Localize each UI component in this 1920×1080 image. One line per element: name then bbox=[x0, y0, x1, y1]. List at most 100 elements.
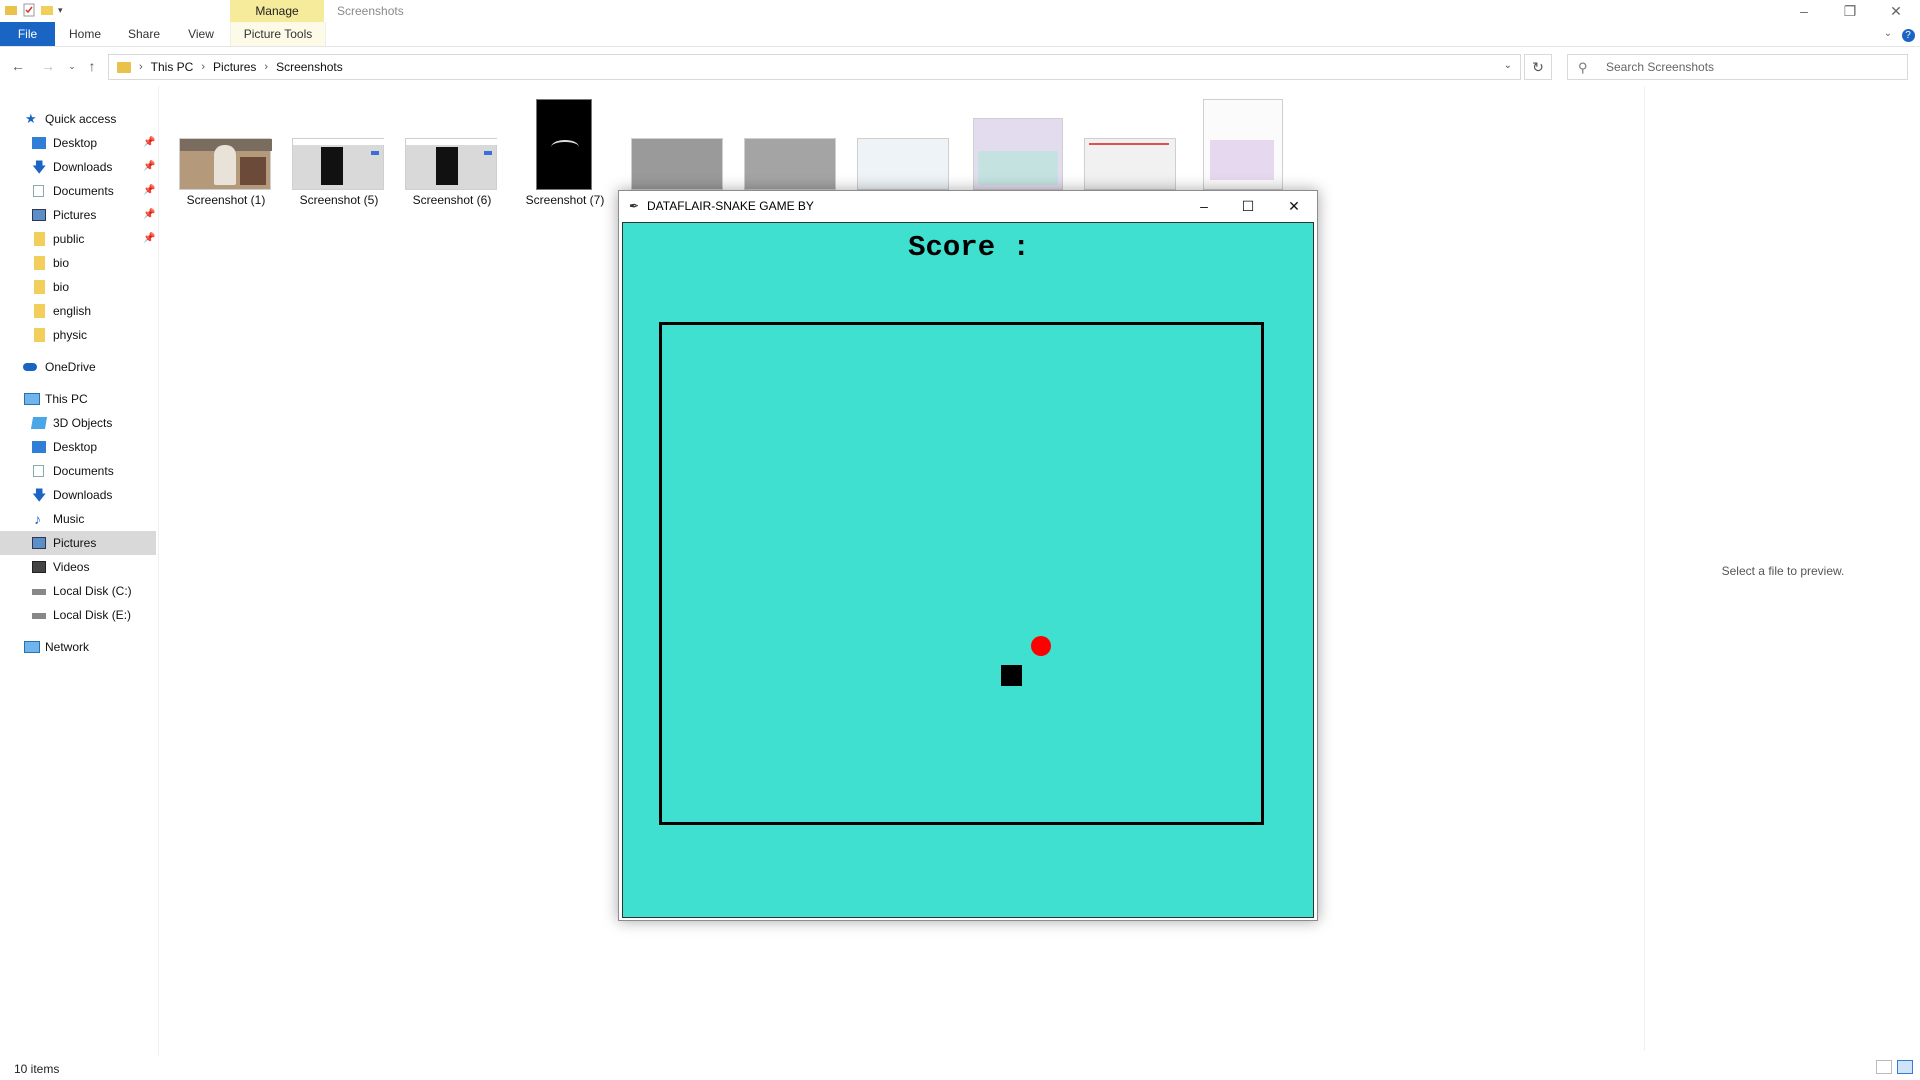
nav-quick-downloads[interactable]: 🡇 Downloads 📌 bbox=[0, 155, 156, 179]
snake-game-window: ✒ DATAFLAIR-SNAKE GAME BY – ☐ ✕ Score : bbox=[618, 190, 1318, 921]
details-view-icon[interactable] bbox=[1876, 1060, 1892, 1074]
nav-quick-bio[interactable]: bio bbox=[0, 275, 156, 299]
search-placeholder: Search Screenshots bbox=[1606, 60, 1715, 74]
nav-pc-downloads[interactable]: 🡇 Downloads bbox=[0, 483, 156, 507]
nav-onedrive[interactable]: OneDrive bbox=[0, 355, 156, 379]
thumbnail bbox=[405, 138, 498, 190]
score-label: Score : bbox=[908, 231, 1030, 264]
tab-view[interactable]: View bbox=[186, 22, 216, 46]
tab-share[interactable]: Share bbox=[126, 22, 162, 46]
forward-arrow-icon[interactable]: → bbox=[40, 58, 56, 74]
help-icon[interactable]: ? bbox=[1900, 22, 1916, 46]
nav-label: bio bbox=[53, 256, 70, 270]
nav-label: Pictures bbox=[53, 536, 97, 550]
refresh-icon[interactable]: ↻ bbox=[1524, 54, 1552, 80]
film-icon bbox=[32, 561, 46, 573]
desktop-icon bbox=[32, 137, 46, 149]
expand-ribbon-icon[interactable]: ⌄ bbox=[1880, 22, 1896, 46]
nav-quick-bio[interactable]: bio bbox=[0, 251, 156, 275]
new-folder-icon[interactable] bbox=[40, 3, 54, 17]
nav-pc-desktop[interactable]: Desktop bbox=[0, 435, 156, 459]
nav-quick-english[interactable]: english bbox=[0, 299, 156, 323]
nav-pc-3d-objects[interactable]: 3D Objects bbox=[0, 411, 156, 435]
pin-icon[interactable]: 📌 bbox=[143, 155, 155, 179]
breadcrumb-this-pc[interactable]: This PC bbox=[151, 60, 194, 74]
nav-pc-documents[interactable]: Documents bbox=[0, 459, 156, 483]
nav-label: Documents bbox=[53, 184, 114, 198]
nav-pc-local-disk-e[interactable]: Local Disk (E:) bbox=[0, 603, 156, 627]
game-canvas[interactable]: Score : bbox=[622, 222, 1314, 918]
pane-divider[interactable] bbox=[158, 86, 159, 1056]
window-title: Screenshots bbox=[337, 4, 404, 18]
download-arrow-icon: 🡇 bbox=[32, 487, 47, 503]
address-row: ← → ⌄ ↑ › This PC › Pictures › Screensho… bbox=[0, 52, 1920, 82]
restore-icon[interactable]: ❐ bbox=[1827, 0, 1873, 22]
nav-label: Quick access bbox=[45, 112, 117, 126]
chevron-right-icon[interactable]: › bbox=[201, 61, 205, 73]
nav-quick-public[interactable]: public 📌 bbox=[0, 227, 156, 251]
pin-icon[interactable]: 📌 bbox=[143, 227, 155, 251]
breadcrumb-pictures[interactable]: Pictures bbox=[213, 60, 256, 74]
nav-quick-documents[interactable]: Documents 📌 bbox=[0, 179, 156, 203]
desktop-icon bbox=[32, 441, 46, 453]
close-icon[interactable]: ✕ bbox=[1873, 0, 1919, 22]
nav-label: Desktop bbox=[53, 440, 98, 454]
game-window-title: DATAFLAIR-SNAKE GAME BY bbox=[647, 199, 814, 213]
nav-pc-local-disk-c[interactable]: Local Disk (C:) bbox=[0, 579, 156, 603]
pin-icon[interactable]: 📌 bbox=[143, 203, 155, 227]
minimize-icon[interactable]: – bbox=[1181, 191, 1227, 221]
chevron-down-icon[interactable]: ⌄ bbox=[1504, 60, 1512, 71]
tab-file[interactable]: File bbox=[0, 22, 55, 46]
chevron-right-icon[interactable]: › bbox=[139, 61, 143, 73]
nav-quick-pictures[interactable]: Pictures 📌 bbox=[0, 203, 156, 227]
chevron-right-icon[interactable]: › bbox=[264, 61, 268, 73]
tab-manage[interactable]: Manage bbox=[230, 0, 324, 22]
nav-pc-videos[interactable]: Videos bbox=[0, 555, 156, 579]
folder-icon bbox=[34, 232, 45, 246]
breadcrumb-screenshots[interactable]: Screenshots bbox=[276, 60, 343, 74]
thumbnail bbox=[1084, 138, 1176, 190]
download-arrow-icon: 🡇 bbox=[32, 159, 47, 175]
nav-label: Network bbox=[45, 640, 90, 654]
folder-icon bbox=[117, 61, 131, 73]
maximize-icon[interactable]: ☐ bbox=[1225, 191, 1271, 221]
pin-icon[interactable]: 📌 bbox=[143, 131, 155, 155]
folder-icon bbox=[34, 280, 45, 294]
address-bar[interactable]: › This PC › Pictures › Screenshots ⌄ bbox=[108, 54, 1521, 80]
thumbnail bbox=[857, 138, 949, 190]
recent-locations-icon[interactable]: ⌄ bbox=[64, 58, 80, 74]
up-arrow-icon[interactable]: ↑ bbox=[84, 58, 100, 74]
file-name: Screenshot (1) bbox=[186, 193, 266, 207]
pictures-icon bbox=[32, 209, 46, 221]
star-icon: ★ bbox=[25, 111, 37, 126]
nav-label: Pictures bbox=[53, 208, 97, 222]
snake-head bbox=[1001, 665, 1022, 686]
nav-quick-physic[interactable]: physic bbox=[0, 323, 156, 347]
nav-pc-pictures[interactable]: Pictures bbox=[0, 531, 156, 555]
nav-label: Music bbox=[53, 512, 85, 526]
nav-label: Downloads bbox=[53, 488, 113, 502]
back-arrow-icon[interactable]: ← bbox=[10, 58, 26, 74]
network-icon bbox=[24, 641, 40, 653]
nav-quick-desktop[interactable]: Desktop 📌 bbox=[0, 131, 156, 155]
nav-network[interactable]: Network bbox=[0, 635, 156, 659]
tab-home[interactable]: Home bbox=[68, 22, 102, 46]
pin-icon[interactable]: 📌 bbox=[143, 179, 155, 203]
customize-qat-icon[interactable]: ▾ bbox=[58, 5, 63, 16]
nav-label: Local Disk (C:) bbox=[53, 584, 132, 598]
properties-icon[interactable] bbox=[22, 3, 36, 17]
large-icons-view-icon[interactable] bbox=[1897, 1060, 1913, 1074]
close-icon[interactable]: ✕ bbox=[1271, 191, 1317, 221]
nav-pc-music[interactable]: ♪ Music bbox=[0, 507, 156, 531]
thumbnail bbox=[631, 138, 723, 190]
pictures-icon bbox=[32, 537, 46, 549]
tab-picture-tools[interactable]: Picture Tools bbox=[230, 22, 326, 46]
search-input[interactable]: ⚲ Search Screenshots bbox=[1567, 54, 1908, 80]
play-area-border bbox=[659, 322, 1264, 825]
quick-access-toolbar: ▾ bbox=[4, 3, 63, 17]
minimize-icon[interactable]: – bbox=[1781, 0, 1827, 22]
nav-this-pc[interactable]: This PC bbox=[0, 387, 156, 411]
preview-pane: Select a file to preview. bbox=[1644, 86, 1920, 1051]
feather-icon: ✒ bbox=[629, 199, 640, 213]
nav-quick-access[interactable]: ★ Quick access bbox=[0, 107, 156, 131]
